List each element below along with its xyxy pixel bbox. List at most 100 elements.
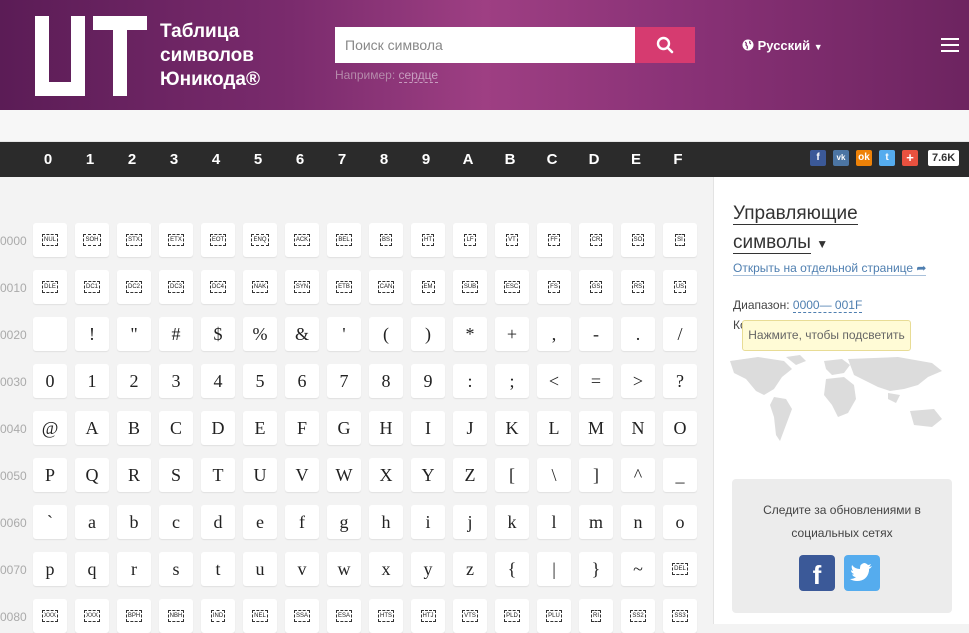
facebook-follow-button[interactable]: f [799, 555, 835, 591]
character-cell[interactable]: SO [621, 223, 655, 257]
character-cell[interactable]: \ [537, 458, 571, 492]
character-cell[interactable]: SI [663, 223, 697, 257]
character-cell[interactable]: _ [663, 458, 697, 492]
character-cell[interactable]: , [537, 317, 571, 351]
character-cell[interactable]: s [159, 552, 193, 586]
character-cell[interactable]: { [495, 552, 529, 586]
character-cell[interactable]: Z [453, 458, 487, 492]
character-cell[interactable]: ? [663, 364, 697, 398]
world-map[interactable] [728, 355, 960, 447]
character-cell[interactable]: + [495, 317, 529, 351]
character-cell[interactable]: z [453, 552, 487, 586]
vk-share-icon[interactable]: vk [833, 150, 849, 166]
character-cell[interactable]: l [537, 505, 571, 539]
character-cell[interactable]: & [285, 317, 319, 351]
character-cell[interactable]: i [411, 505, 445, 539]
character-cell[interactable]: w [327, 552, 361, 586]
character-cell[interactable]: p [33, 552, 67, 586]
character-cell[interactable]: XXX [33, 599, 67, 633]
character-cell[interactable]: u [243, 552, 277, 586]
character-cell[interactable]: SS3 [663, 599, 697, 633]
character-cell[interactable]: < [537, 364, 571, 398]
character-cell[interactable]: . [621, 317, 655, 351]
character-cell[interactable]: F [285, 411, 319, 445]
hamburger-menu-icon[interactable] [941, 38, 959, 52]
character-cell[interactable]: HT [411, 223, 445, 257]
range-link[interactable]: 0000— 001F [792, 298, 863, 313]
character-cell[interactable]: ^ [621, 458, 655, 492]
character-cell[interactable]: U [243, 458, 277, 492]
character-cell[interactable]: - [579, 317, 613, 351]
block-title[interactable]: Управляющие символы ▼ [733, 199, 858, 259]
character-cell[interactable]: d [201, 505, 235, 539]
character-cell[interactable]: BEL [327, 223, 361, 257]
character-cell[interactable]: X [369, 458, 403, 492]
character-cell[interactable]: S [159, 458, 193, 492]
more-share-icon[interactable]: + [902, 150, 918, 166]
character-cell[interactable]: ENQ [243, 223, 277, 257]
character-cell[interactable]: H [369, 411, 403, 445]
character-cell[interactable]: LF [453, 223, 487, 257]
character-cell[interactable]: I [411, 411, 445, 445]
character-cell[interactable]: Q [75, 458, 109, 492]
character-cell[interactable]: r [117, 552, 151, 586]
character-cell[interactable]: GS [579, 270, 613, 304]
character-cell[interactable]: 4 [201, 364, 235, 398]
character-cell[interactable]: = [579, 364, 613, 398]
character-cell[interactable]: L [537, 411, 571, 445]
character-cell[interactable]: PLD [495, 599, 529, 633]
site-title[interactable]: Таблица символов Юникода® [160, 20, 260, 92]
search-input[interactable] [335, 27, 635, 63]
character-cell[interactable]: j [453, 505, 487, 539]
character-cell[interactable]: DC1 [75, 270, 109, 304]
character-cell[interactable]: A [75, 411, 109, 445]
character-cell[interactable]: y [411, 552, 445, 586]
character-cell[interactable]: > [621, 364, 655, 398]
character-cell[interactable]: HTS [369, 599, 403, 633]
character-cell[interactable]: 0 [33, 364, 67, 398]
character-cell[interactable]: ESC [495, 270, 529, 304]
character-cell[interactable]: m [579, 505, 613, 539]
character-cell[interactable]: CAN [369, 270, 403, 304]
character-cell[interactable]: x [369, 552, 403, 586]
character-cell[interactable]: VTS [453, 599, 487, 633]
character-cell[interactable]: v [285, 552, 319, 586]
character-cell[interactable]: 6 [285, 364, 319, 398]
character-cell[interactable]: [ [495, 458, 529, 492]
character-cell[interactable]: | [537, 552, 571, 586]
character-cell[interactable]: T [201, 458, 235, 492]
character-cell[interactable]: : [453, 364, 487, 398]
character-cell[interactable]: 9 [411, 364, 445, 398]
character-cell[interactable]: ETX [159, 223, 193, 257]
twitter-follow-button[interactable] [844, 555, 880, 591]
character-cell[interactable]: ~ [621, 552, 655, 586]
character-cell[interactable]: k [495, 505, 529, 539]
character-cell[interactable]: EM [411, 270, 445, 304]
character-cell[interactable]: ; [495, 364, 529, 398]
character-cell[interactable]: SYN [285, 270, 319, 304]
character-cell[interactable]: R [117, 458, 151, 492]
character-cell[interactable]: SS2 [621, 599, 655, 633]
character-cell[interactable]: 2 [117, 364, 151, 398]
character-cell[interactable]: a [75, 505, 109, 539]
character-cell[interactable]: M [579, 411, 613, 445]
character-cell[interactable]: SOH [75, 223, 109, 257]
character-cell[interactable]: NEL [243, 599, 277, 633]
odnoklassniki-share-icon[interactable]: ok [856, 150, 872, 166]
character-cell[interactable]: FF [537, 223, 571, 257]
search-button[interactable] [635, 27, 695, 63]
character-cell[interactable]: CR [579, 223, 613, 257]
character-cell[interactable]: RI [579, 599, 613, 633]
character-cell[interactable]: O [663, 411, 697, 445]
character-cell[interactable]: h [369, 505, 403, 539]
language-selector[interactable]: Русский ▼ [742, 38, 823, 53]
character-cell[interactable]: J [453, 411, 487, 445]
character-cell[interactable]: o [663, 505, 697, 539]
character-cell[interactable]: f [285, 505, 319, 539]
facebook-share-icon[interactable]: f [810, 150, 826, 166]
character-cell[interactable]: ) [411, 317, 445, 351]
character-cell[interactable]: DC2 [117, 270, 151, 304]
site-logo[interactable] [35, 16, 147, 96]
character-cell[interactable]: SUB [453, 270, 487, 304]
character-cell[interactable]: ETB [327, 270, 361, 304]
